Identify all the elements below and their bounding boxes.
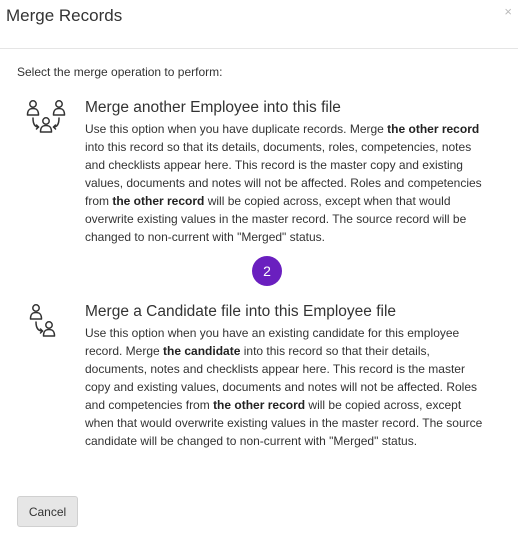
close-icon[interactable]: × — [504, 4, 512, 19]
option-description: Use this option when you have an existin… — [85, 326, 483, 448]
option-description: Use this option when you have duplicate … — [85, 122, 482, 244]
merge-candidate-icon — [24, 302, 68, 342]
option-title: Merge another Employee into this file — [85, 99, 341, 116]
option-title: Merge a Candidate file into this Employe… — [85, 303, 397, 320]
step-badge: 2 — [252, 256, 282, 286]
merge-employees-icon — [24, 98, 68, 138]
dialog-title: Merge Records — [6, 6, 123, 25]
cancel-button[interactable]: Cancel — [17, 496, 78, 527]
instruction-text: Select the merge operation to perform: — [17, 65, 223, 79]
dialog-header: Merge Records × — [0, 0, 518, 49]
